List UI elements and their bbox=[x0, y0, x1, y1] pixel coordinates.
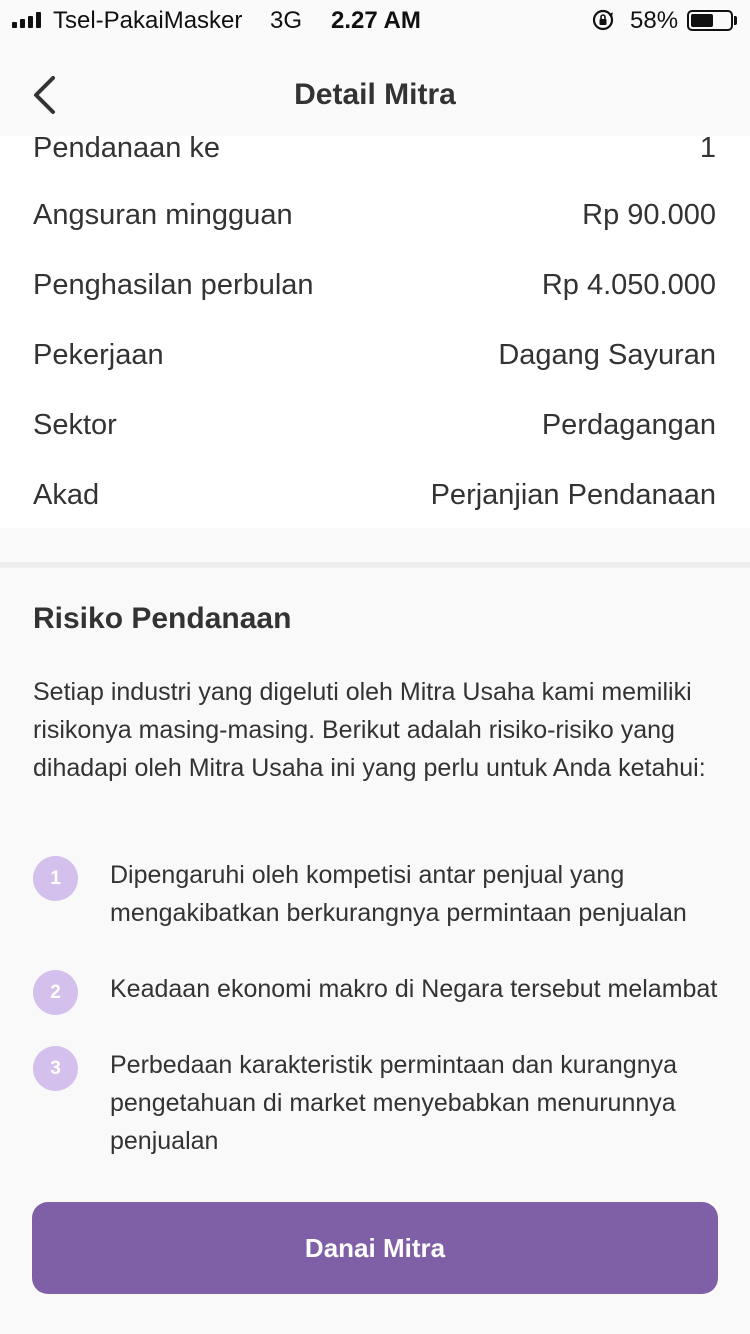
risk-number-badge: 2 bbox=[33, 970, 78, 1015]
detail-row-contract: Akad Perjanjian Pendanaan bbox=[33, 475, 716, 515]
risk-description: Setiap industri yang digeluti oleh Mitra… bbox=[33, 678, 706, 782]
status-bar: Tsel-PakaiMasker 3G 2.27 AM 58% bbox=[0, 0, 750, 40]
detail-value: Dagang Sayuran bbox=[498, 338, 716, 371]
battery-percent: 58% bbox=[630, 7, 679, 34]
detail-label: Sektor bbox=[33, 408, 117, 441]
rotation-lock-icon bbox=[592, 9, 614, 31]
detail-value: Perjanjian Pendanaan bbox=[430, 478, 716, 511]
carrier-name: Tsel-PakaiMasker bbox=[53, 7, 243, 34]
detail-label: Pekerjaan bbox=[33, 338, 164, 371]
detail-row-weekly-installment: Angsuran mingguan Rp 90.000 bbox=[33, 195, 716, 235]
partner-detail-list: Pendanaan ke 1 Angsuran mingguan Rp 90.0… bbox=[0, 136, 750, 528]
detail-value: Perdagangan bbox=[541, 408, 716, 441]
detail-value: Rp 4.050.000 bbox=[541, 268, 716, 301]
detail-label: Akad bbox=[33, 478, 100, 511]
detail-label: Pendanaan ke bbox=[33, 136, 221, 164]
detail-label: Penghasilan perbulan bbox=[33, 268, 314, 301]
page-title: Detail Mitra bbox=[294, 78, 456, 111]
detail-row-sector: Sektor Perdagangan bbox=[33, 405, 716, 445]
risk-section-title: Risiko Pendanaan bbox=[33, 602, 292, 635]
risk-item-text: Perbedaan karakteristik permintaan dan k… bbox=[110, 1051, 678, 1155]
risk-number-badge: 3 bbox=[33, 1046, 78, 1091]
detail-row-funding-count: Pendanaan ke 1 bbox=[33, 136, 716, 168]
section-divider bbox=[0, 562, 750, 568]
detail-value: 1 bbox=[699, 136, 716, 164]
battery-nub bbox=[734, 16, 737, 25]
app-header: Detail Mitra bbox=[0, 40, 750, 136]
detail-value: Rp 90.000 bbox=[582, 198, 716, 231]
risk-number-badge: 1 bbox=[33, 856, 78, 901]
risk-item-text: Dipengaruhi oleh kompetisi antar penjual… bbox=[110, 861, 687, 927]
detail-row-monthly-income: Penghasilan perbulan Rp 4.050.000 bbox=[33, 265, 716, 305]
battery-icon bbox=[687, 10, 733, 31]
status-time: 2.27 AM bbox=[331, 7, 421, 34]
detail-row-occupation: Pekerjaan Dagang Sayuran bbox=[33, 335, 716, 375]
detail-label: Angsuran mingguan bbox=[33, 198, 293, 231]
network-type: 3G bbox=[270, 7, 303, 34]
signal-icon bbox=[12, 12, 41, 28]
risk-item-text: Keadaan ekonomi makro di Negara tersebut… bbox=[110, 975, 718, 1003]
fund-partner-button[interactable]: Danai Mitra bbox=[32, 1202, 718, 1294]
